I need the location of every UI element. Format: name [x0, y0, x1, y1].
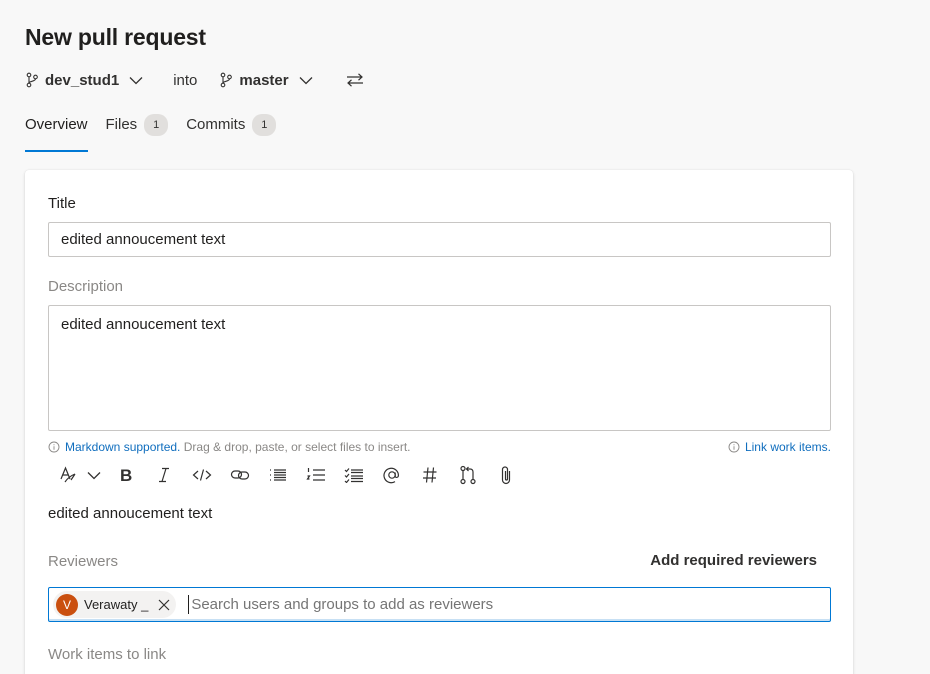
link-work-items-hint: Link work items. — [728, 440, 831, 454]
tab-label: Commits — [186, 116, 246, 133]
work-items-label: Work items to link — [48, 646, 167, 663]
link-work-items-link[interactable]: Link work items. — [745, 440, 831, 454]
italic-icon[interactable] — [145, 463, 183, 487]
source-branch-name: dev_stud1 — [45, 71, 120, 89]
avatar: V — [56, 593, 78, 616]
branch-selector-row: dev_stud1 into master — [25, 68, 364, 92]
reviewers-picker[interactable]: V Verawaty _ — [48, 587, 831, 622]
target-branch-name: master — [239, 71, 289, 89]
markdown-supported-link[interactable]: Markdown supported. — [65, 440, 180, 454]
tab-commits[interactable]: Commits 1 — [186, 112, 277, 152]
files-count-badge: 1 — [144, 114, 169, 136]
branch-icon — [25, 72, 39, 88]
source-branch-dropdown[interactable]: dev_stud1 — [25, 72, 143, 89]
title-label: Title — [48, 195, 76, 212]
bold-icon[interactable]: B — [107, 463, 145, 487]
markdown-hint: Markdown supported. Drag & drop, paste, … — [48, 440, 411, 454]
chevron-down-icon[interactable] — [81, 463, 107, 487]
swap-branches-icon[interactable] — [346, 73, 364, 87]
attachment-icon[interactable] — [487, 463, 525, 487]
reviewer-name: Verawaty _ — [84, 597, 149, 612]
pull-request-icon[interactable] — [449, 463, 487, 487]
into-label: into — [173, 71, 198, 89]
description-label: Description — [48, 278, 124, 295]
pull-request-form-card: Title edited annoucement text Descriptio… — [25, 170, 853, 674]
link-icon[interactable] — [221, 463, 259, 487]
tab-overview[interactable]: Overview — [25, 112, 88, 152]
reviewers-label: Reviewers — [48, 553, 119, 570]
description-preview: edited annoucement text — [48, 505, 213, 522]
target-branch-dropdown[interactable]: master — [219, 71, 313, 89]
numbered-list-icon[interactable] — [297, 463, 335, 487]
chevron-down-icon — [299, 75, 313, 85]
reviewer-chip: V Verawaty _ — [53, 591, 177, 618]
checklist-icon[interactable] — [335, 463, 373, 487]
title-input[interactable]: edited annoucement text — [48, 222, 831, 257]
description-textarea[interactable]: edited annoucement text — [48, 305, 831, 431]
page-title: New pull request — [25, 24, 206, 50]
svg-text:B: B — [120, 467, 132, 483]
close-icon[interactable] — [158, 599, 170, 611]
bulleted-list-icon[interactable] — [259, 463, 297, 487]
tab-label: Files — [105, 116, 138, 133]
markdown-hint-text: Drag & drop, paste, or select files to i… — [180, 440, 411, 454]
tab-label: Overview — [25, 116, 88, 133]
code-icon[interactable] — [183, 463, 221, 487]
info-icon — [728, 441, 740, 453]
format-icon[interactable] — [55, 463, 81, 487]
tab-files[interactable]: Files 1 — [106, 112, 169, 152]
tab-bar: Overview Files 1 Commits 1 — [25, 112, 294, 152]
info-icon — [48, 441, 60, 453]
chevron-down-icon — [129, 75, 143, 85]
reviewer-search-input[interactable] — [188, 595, 830, 614]
commits-count-badge: 1 — [252, 114, 277, 136]
add-required-reviewers-button[interactable]: Add required reviewers — [650, 552, 817, 569]
mention-icon[interactable] — [373, 463, 411, 487]
hashtag-icon[interactable] — [411, 463, 449, 487]
branch-icon — [219, 72, 233, 88]
markdown-toolbar: B — [55, 463, 525, 487]
